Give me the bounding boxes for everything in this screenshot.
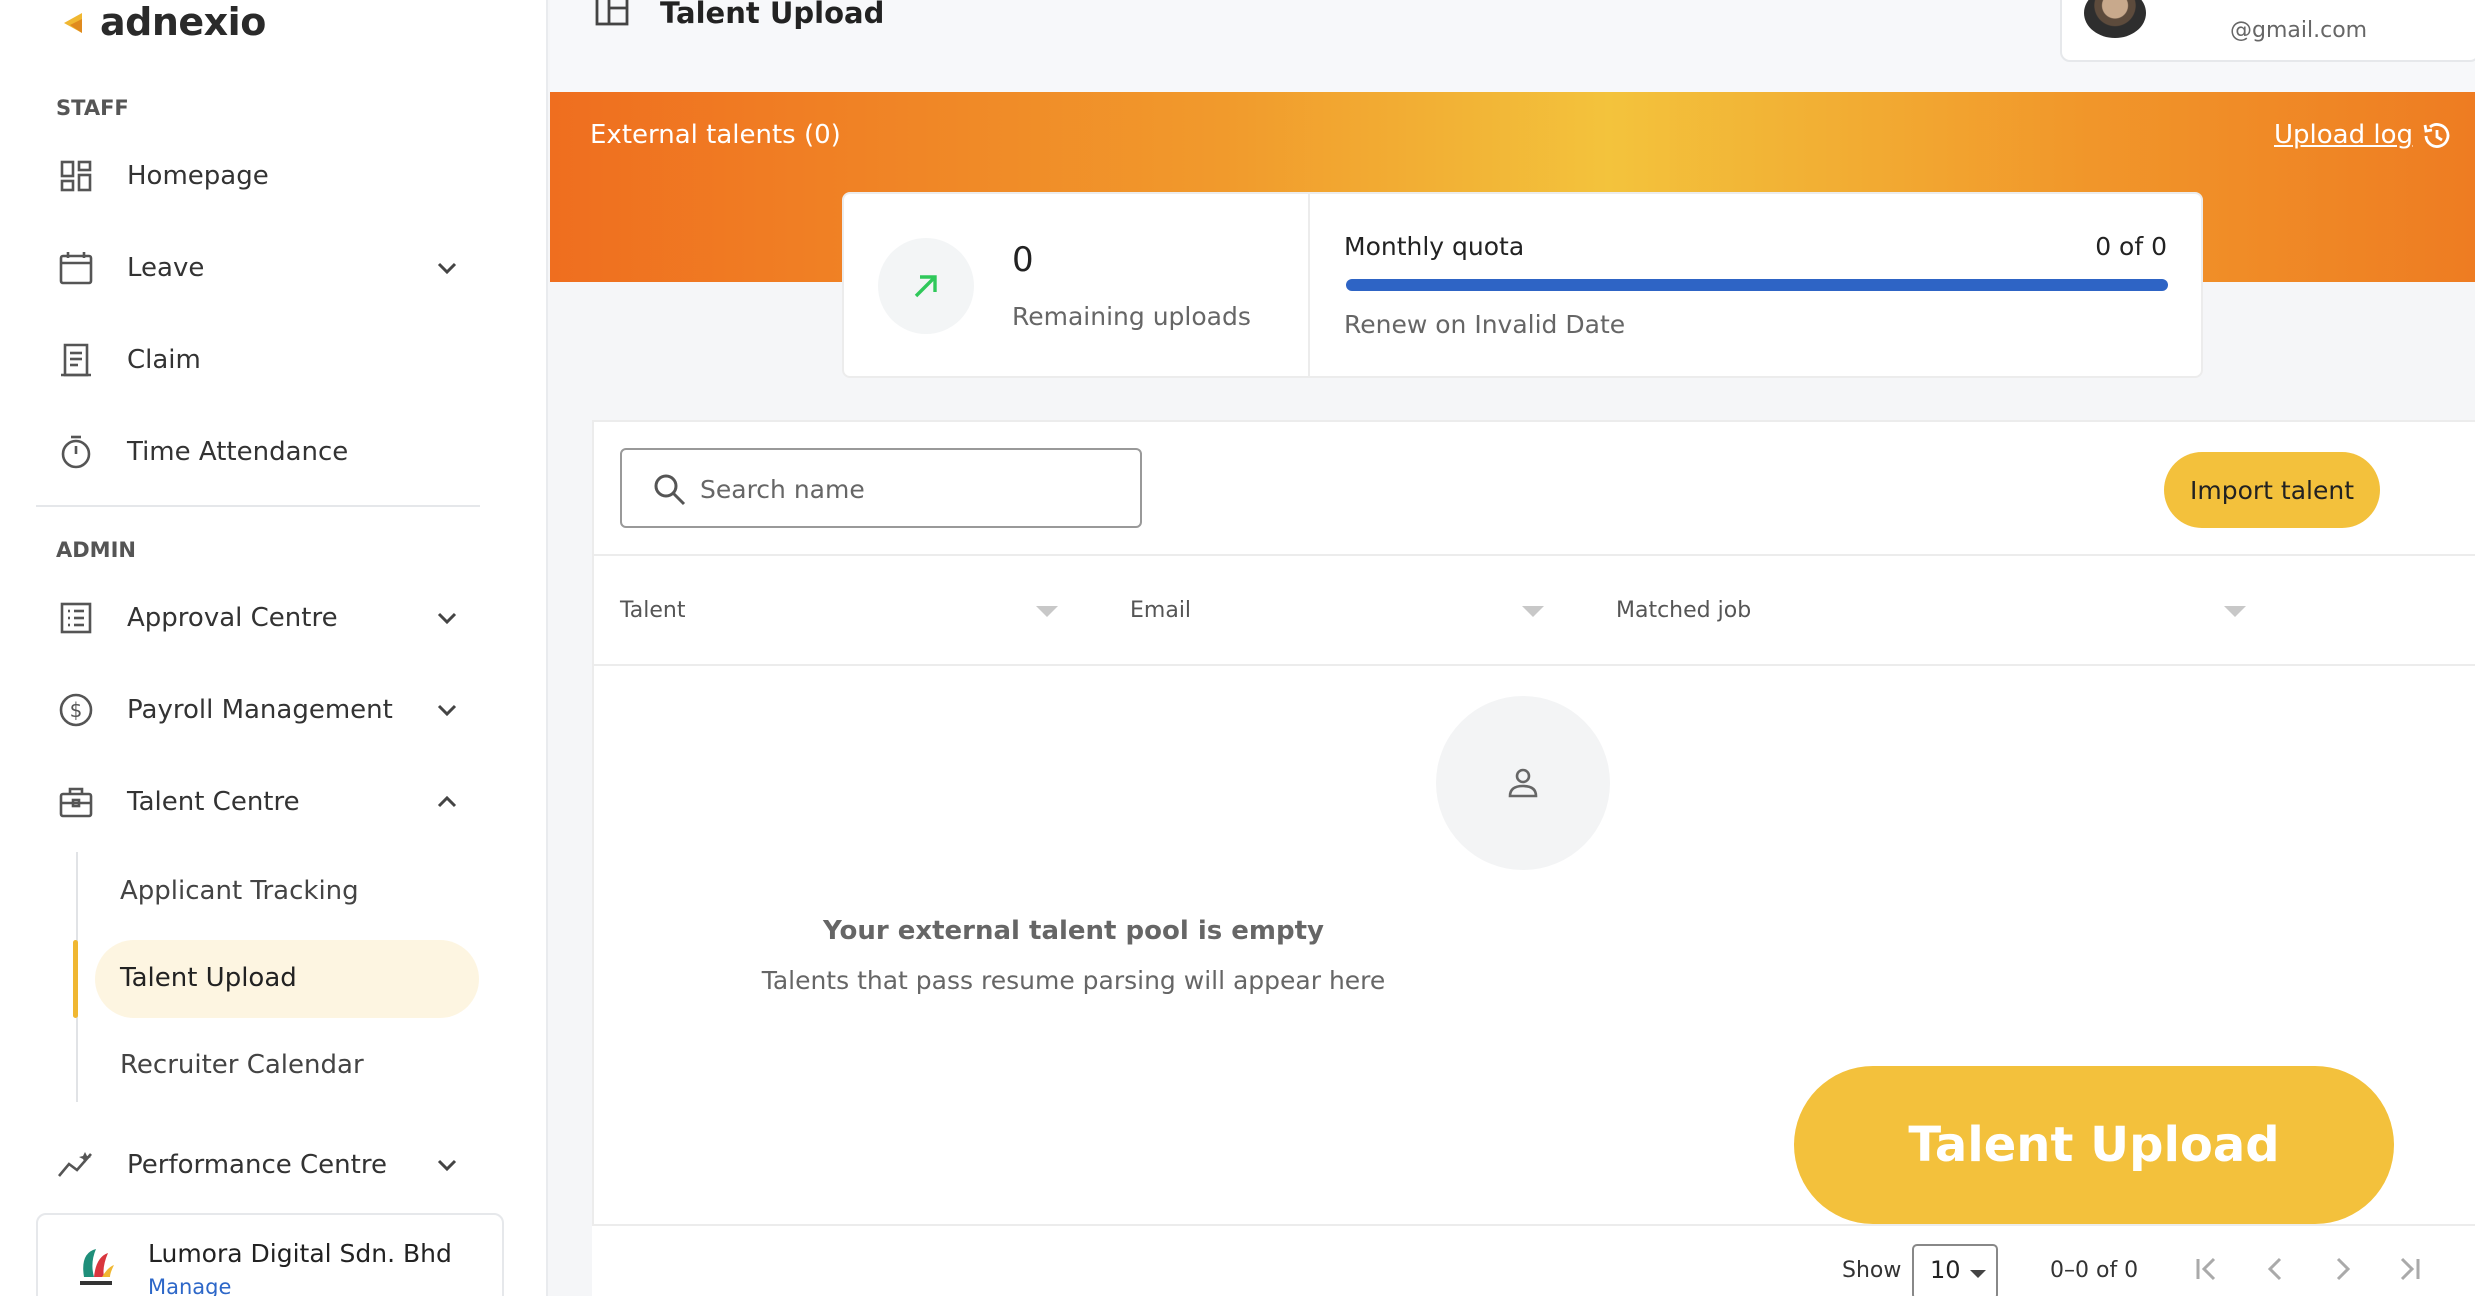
remaining-uploads-value: 0: [1012, 240, 1034, 280]
search-box[interactable]: [620, 448, 1142, 528]
first-page-icon[interactable]: [2190, 1252, 2224, 1286]
previous-page-icon[interactable]: [2258, 1252, 2292, 1286]
sidebar-item-label: Talent Centre: [127, 787, 300, 817]
sidebar-item-label: Homepage: [127, 161, 269, 191]
company-name: Lumora Digital Sdn. Bhd: [148, 1239, 452, 1268]
chevron-down-icon[interactable]: [432, 695, 462, 725]
briefcase-icon: [56, 782, 96, 822]
sidebar-item-payroll-management[interactable]: $ Payroll Management: [0, 674, 548, 746]
sidebar: adnexio STAFF Homepage Leave Claim Time …: [0, 0, 548, 1296]
talent-upload-button[interactable]: Talent Upload: [1794, 1066, 2394, 1224]
submenu-active-indicator: [73, 940, 78, 1018]
empty-state-subtitle-text: Talents that pass resume parsing will ap…: [761, 966, 1386, 995]
sidebar-item-performance-centre[interactable]: Performance Centre: [0, 1129, 548, 1201]
upload-log-link[interactable]: Upload log: [2274, 120, 2413, 150]
svg-text:$: $: [70, 698, 83, 722]
dropdown-caret-icon: [1970, 1270, 1986, 1278]
upload-stats-card: 0 Remaining uploads Monthly quota 0 of 0…: [842, 192, 2203, 378]
sort-caret-icon[interactable]: [2224, 606, 2246, 617]
column-header-matched-job[interactable]: Matched job: [1616, 598, 1751, 623]
sidebar-item-label: Time Attendance: [127, 437, 349, 467]
staff-section-label: STAFF: [56, 96, 129, 120]
sidebar-item-label: Leave: [127, 253, 205, 283]
chevron-up-icon[interactable]: [432, 787, 462, 817]
receipt-icon: [56, 340, 96, 380]
list-icon: [56, 598, 96, 638]
page-size-select[interactable]: 10: [1912, 1244, 1998, 1296]
chevron-down-icon[interactable]: [432, 253, 462, 283]
sidebar-item-label: Payroll Management: [127, 695, 393, 725]
external-talents-title: External talents (0): [590, 120, 841, 150]
layout-icon: [595, 0, 629, 26]
sidebar-item-homepage[interactable]: Homepage: [0, 140, 548, 212]
company-switcher[interactable]: Lumora Digital Sdn. Bhd Manage: [36, 1213, 504, 1296]
brand-logo[interactable]: adnexio: [60, 0, 266, 44]
admin-section-label: ADMIN: [56, 538, 136, 562]
company-manage-link[interactable]: Manage: [148, 1275, 231, 1296]
user-menu[interactable]: @gmail.com: [2060, 0, 2475, 62]
sidebar-subitem-applicant-tracking[interactable]: Applicant Tracking: [120, 876, 359, 906]
company-logo-icon: [80, 1249, 114, 1285]
column-header-talent[interactable]: Talent: [620, 598, 686, 623]
sidebar-item-label: Performance Centre: [127, 1150, 387, 1180]
empty-state-title-text: Your external talent pool is empty: [823, 916, 1324, 946]
dollar-icon: $: [56, 690, 96, 730]
sidebar-divider: [36, 505, 480, 507]
chevron-down-icon[interactable]: [432, 1150, 462, 1180]
sidebar-item-label: Claim: [127, 345, 201, 375]
sidebar-item-label: Approval Centre: [127, 603, 338, 633]
monthly-quota-value: 0 of 0: [2095, 232, 2167, 261]
calendar-icon: [56, 248, 96, 288]
history-icon[interactable]: [2421, 120, 2453, 152]
sidebar-item-talent-centre[interactable]: Talent Centre: [0, 766, 548, 838]
last-page-icon[interactable]: [2392, 1252, 2426, 1286]
dashboard-icon: [56, 156, 96, 196]
sort-caret-icon[interactable]: [1522, 606, 1544, 617]
sidebar-subitem-recruiter-calendar[interactable]: Recruiter Calendar: [120, 1050, 364, 1080]
empty-state-person-icon: [1436, 696, 1610, 870]
monthly-quota-progress-bar: [1346, 279, 2168, 291]
chevron-down-icon[interactable]: [432, 603, 462, 633]
empty-state-title: Your external talent pool is empty: [594, 916, 2475, 946]
sidebar-item-approval-centre[interactable]: Approval Centre: [0, 582, 548, 654]
pagination-range: 0–0 of 0: [2050, 1258, 2139, 1283]
quota-renew-date: Renew on Invalid Date: [1344, 310, 1626, 339]
top-bar: Talent Upload @gmail.com: [550, 0, 2475, 92]
empty-state-subtitle: Talents that pass resume parsing will ap…: [594, 966, 2475, 995]
logo-icon: [64, 13, 82, 33]
page-size-value: 10: [1930, 1256, 1961, 1284]
page-size-label: Show: [1842, 1258, 1902, 1283]
arrow-up-right-icon: [878, 238, 974, 334]
next-page-icon[interactable]: [2326, 1252, 2360, 1286]
remaining-uploads-panel: 0 Remaining uploads: [844, 194, 1310, 376]
page-title: Talent Upload: [660, 0, 885, 30]
sidebar-item-time-attendance[interactable]: Time Attendance: [0, 416, 548, 488]
column-header-email[interactable]: Email: [1130, 598, 1191, 623]
pagination-bar: Show 10 0–0 of 0: [592, 1224, 2475, 1296]
sidebar-item-leave[interactable]: Leave: [0, 232, 548, 304]
sidebar-item-claim[interactable]: Claim: [0, 324, 548, 396]
table-header: Talent Email Matched job: [594, 554, 2475, 666]
search-input[interactable]: [700, 466, 1120, 512]
avatar: [2084, 0, 2146, 38]
brand-name: adnexio: [100, 0, 266, 44]
timer-icon: [56, 432, 96, 472]
trend-icon: [56, 1145, 96, 1185]
import-talent-button[interactable]: Import talent: [2164, 452, 2380, 528]
sort-caret-icon[interactable]: [1036, 606, 1058, 617]
sidebar-subitem-talent-upload[interactable]: Talent Upload: [120, 963, 297, 993]
monthly-quota-label: Monthly quota: [1344, 232, 1525, 261]
search-icon: [654, 474, 686, 506]
user-email: @gmail.com: [2230, 18, 2368, 43]
remaining-uploads-label: Remaining uploads: [1012, 302, 1251, 331]
